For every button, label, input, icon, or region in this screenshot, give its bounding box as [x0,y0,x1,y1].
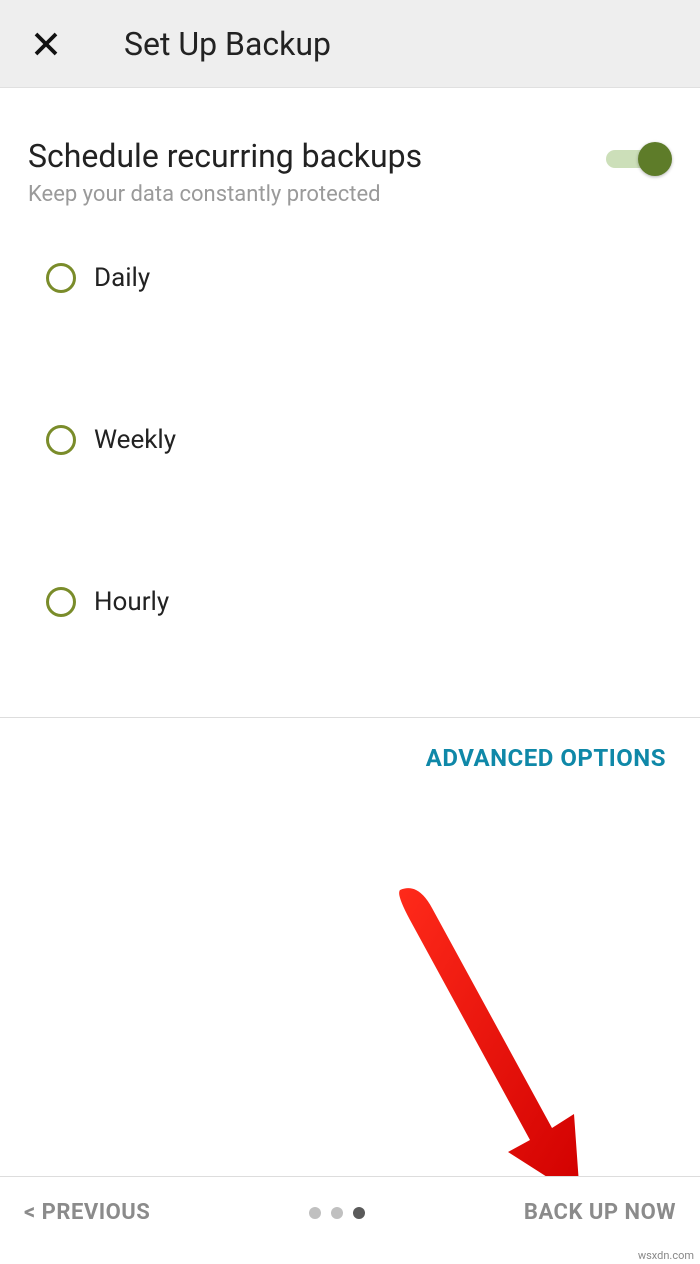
option-label: Weekly [94,425,176,455]
page-title: Set Up Backup [124,25,331,63]
schedule-text: Schedule recurring backups Keep your dat… [28,136,422,207]
advanced-options-link[interactable]: ADVANCED OPTIONS [426,744,666,772]
page-dot [331,1207,343,1219]
radio-icon [46,263,76,293]
radio-icon [46,425,76,455]
page-dot [309,1207,321,1219]
advanced-row: ADVANCED OPTIONS [0,718,700,772]
toggle-thumb [638,142,672,176]
schedule-toggle[interactable] [606,142,672,176]
close-icon[interactable] [24,22,68,66]
option-label: Hourly [94,587,169,617]
option-daily[interactable]: Daily [46,263,672,293]
backup-now-button[interactable]: BACK UP NOW [524,1200,676,1225]
schedule-subtitle: Keep your data constantly protected [28,182,422,207]
app-header: Set Up Backup [0,0,700,88]
option-hourly[interactable]: Hourly [46,587,672,617]
option-label: Daily [94,263,150,293]
content-area: Schedule recurring backups Keep your dat… [0,88,700,617]
option-weekly[interactable]: Weekly [46,425,672,455]
schedule-section: Schedule recurring backups Keep your dat… [28,136,672,207]
frequency-options: Daily Weekly Hourly [28,263,672,617]
annotation-arrow-icon [370,880,630,1210]
footer-nav: < PREVIOUS BACK UP NOW [0,1176,700,1248]
page-dots [309,1207,365,1219]
radio-icon [46,587,76,617]
schedule-title: Schedule recurring backups [28,136,422,176]
previous-button[interactable]: < PREVIOUS [24,1200,150,1225]
watermark: wsxdn.com [638,1249,694,1262]
page-dot-active [353,1207,365,1219]
